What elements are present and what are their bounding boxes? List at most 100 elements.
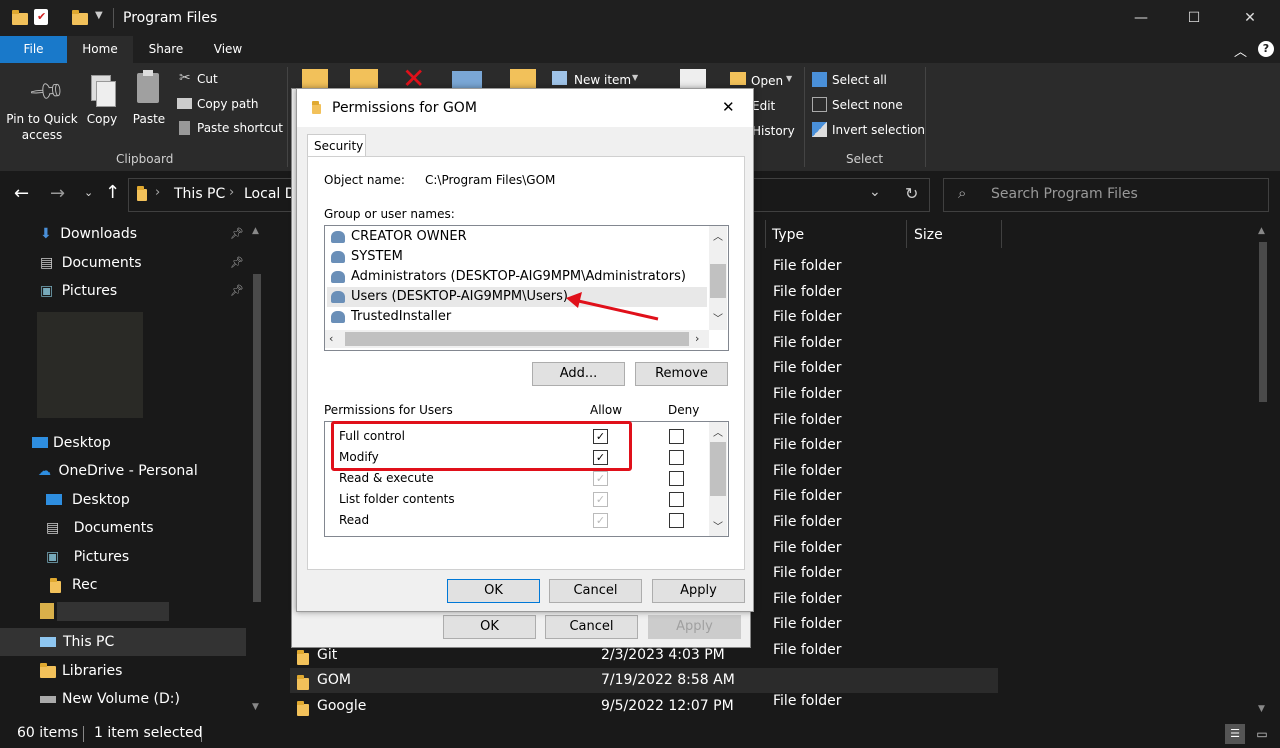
type-cell: File folder bbox=[773, 514, 842, 530]
apply-button[interactable]: Apply bbox=[652, 579, 745, 603]
address-dropdown-icon[interactable]: ⌄ bbox=[869, 184, 881, 200]
nav-item-pictures[interactable]: ▣ Pictures 📌︎ bbox=[40, 277, 250, 305]
scroll-down-icon[interactable]: ﹀ bbox=[713, 518, 723, 533]
pin-icon[interactable]: 📌︎ bbox=[230, 249, 244, 277]
scroll-up-icon[interactable]: ︿ bbox=[713, 424, 723, 439]
nav-item-documents[interactable]: ▤ Documents 📌︎ bbox=[40, 249, 250, 277]
details-view-icon[interactable]: ☰ bbox=[1225, 724, 1245, 744]
paste-button[interactable]: Paste bbox=[128, 69, 170, 139]
deny-checkbox[interactable] bbox=[669, 471, 684, 486]
nav-item-onedrive-documents[interactable]: ▤ Documents bbox=[46, 514, 250, 542]
scroll-right-icon[interactable]: › bbox=[695, 332, 699, 345]
divider bbox=[1001, 220, 1002, 248]
nav-item-onedrive-rec[interactable]: Rec bbox=[46, 571, 250, 599]
nav-item-onedrive[interactable]: ☁ OneDrive - Personal bbox=[38, 457, 250, 485]
back-icon[interactable]: ← bbox=[14, 183, 29, 204]
nav-scroll-down-icon[interactable]: ▼ bbox=[252, 702, 259, 712]
nav-item-downloads[interactable]: ⬇ Downloads 📌︎ bbox=[40, 220, 250, 248]
cancel-button[interactable]: Cancel bbox=[549, 579, 642, 603]
search-input[interactable]: Search Program Files bbox=[991, 186, 1138, 202]
file-row-git[interactable]: Git 2/3/2023 4:03 PM bbox=[290, 645, 790, 667]
deny-checkbox[interactable] bbox=[669, 429, 684, 444]
tab-security[interactable]: Security bbox=[307, 134, 366, 157]
nav-scroll-up-icon[interactable]: ▲ bbox=[252, 226, 259, 236]
chevron-down-icon: ▼ bbox=[632, 73, 639, 82]
scroll-thumb[interactable] bbox=[710, 264, 726, 298]
list-scroll-up-icon[interactable]: ▲ bbox=[1258, 226, 1265, 236]
properties-cancel-button[interactable]: Cancel bbox=[545, 615, 638, 639]
pin-icon[interactable]: 📌︎ bbox=[230, 277, 244, 305]
nav-item-onedrive-pictures[interactable]: ▣ Pictures bbox=[46, 543, 250, 571]
recent-locations-icon[interactable]: ⌄ bbox=[84, 186, 93, 199]
deny-checkbox[interactable] bbox=[669, 450, 684, 465]
scroll-up-icon[interactable]: ︿ bbox=[713, 228, 723, 243]
properties-apply-button[interactable]: Apply bbox=[648, 615, 741, 639]
large-icons-view-icon[interactable]: ▭ bbox=[1252, 724, 1272, 744]
breadcrumb-local-disk[interactable]: Local D bbox=[244, 186, 296, 202]
scroll-left-icon[interactable]: ‹ bbox=[329, 332, 333, 345]
file-row-google[interactable]: Google 9/5/2022 12:07 PM bbox=[290, 696, 790, 718]
divider bbox=[201, 726, 202, 742]
search-box[interactable]: ⌕ Search Program Files bbox=[943, 178, 1269, 212]
user-list-item[interactable]: CREATOR OWNER bbox=[329, 228, 709, 246]
tab-home[interactable]: Home bbox=[67, 36, 133, 63]
user-list-item[interactable]: Administrators (DESKTOP-AIG9MPM\Administ… bbox=[329, 268, 709, 286]
list-scrollbar[interactable] bbox=[1259, 242, 1267, 402]
minimize-button[interactable]: — bbox=[1118, 0, 1164, 36]
ok-button[interactable]: OK bbox=[447, 579, 540, 603]
search-icon: ⌕ bbox=[958, 184, 967, 202]
refresh-icon[interactable]: ↻ bbox=[905, 184, 918, 203]
nav-item-this-pc[interactable]: This PC bbox=[0, 628, 246, 656]
nav-item-libraries[interactable]: Libraries bbox=[38, 657, 250, 685]
properties-ok-button[interactable]: OK bbox=[443, 615, 536, 639]
new-folder-quick-icon[interactable] bbox=[72, 10, 88, 25]
column-header-type[interactable]: Type bbox=[772, 227, 804, 243]
tab-file[interactable]: File bbox=[0, 36, 67, 63]
rename-icon[interactable] bbox=[452, 71, 482, 89]
nav-item-onedrive-desktop[interactable]: Desktop bbox=[46, 486, 250, 514]
history-button[interactable]: History bbox=[752, 124, 795, 138]
nav-scrollbar[interactable] bbox=[253, 274, 261, 602]
nav-item-desktop[interactable]: Desktop bbox=[30, 429, 250, 457]
edit-button[interactable]: Edit bbox=[752, 99, 775, 113]
remove-button[interactable]: Remove bbox=[635, 362, 728, 386]
copy-button[interactable]: Copy bbox=[82, 69, 122, 139]
user-list-vscroll[interactable]: ︿ ﹀ bbox=[709, 226, 727, 330]
move-to-icon[interactable] bbox=[302, 69, 328, 89]
nav-item-new-volume[interactable]: New Volume (D:) bbox=[38, 685, 250, 713]
quick-access-dropdown-icon[interactable]: ▼ bbox=[95, 10, 103, 21]
column-header-size[interactable]: Size bbox=[914, 227, 943, 243]
dialog-close-icon[interactable]: ✕ bbox=[722, 98, 735, 116]
deny-checkbox[interactable] bbox=[669, 492, 684, 507]
tab-share[interactable]: Share bbox=[135, 36, 197, 63]
maximize-button[interactable]: ☐ bbox=[1171, 0, 1217, 36]
properties-quick-icon[interactable]: ✔ bbox=[34, 9, 48, 25]
user-list-hscroll[interactable]: ‹ › bbox=[325, 330, 709, 348]
copy-path-label: Copy path bbox=[197, 97, 259, 111]
allow-checkbox[interactable]: ✓ bbox=[593, 492, 608, 507]
scroll-thumb[interactable] bbox=[710, 442, 726, 496]
up-icon[interactable]: ↑ bbox=[105, 182, 120, 203]
forward-icon[interactable]: → bbox=[50, 183, 65, 204]
users-group-icon bbox=[331, 231, 345, 243]
allow-checkbox[interactable]: ✓ bbox=[593, 471, 608, 486]
scroll-thumb[interactable] bbox=[345, 332, 689, 346]
close-button[interactable]: ✕ bbox=[1227, 0, 1273, 36]
allow-checkbox[interactable]: ✓ bbox=[593, 513, 608, 528]
tab-view[interactable]: View bbox=[198, 36, 258, 63]
pin-to-quick-access-button[interactable]: 📌︎ Pin to Quick access bbox=[4, 69, 80, 149]
pin-label-line2: access bbox=[21, 128, 63, 142]
scroll-down-icon[interactable]: ﹀ bbox=[713, 310, 723, 325]
add-button[interactable]: Add... bbox=[532, 362, 625, 386]
breadcrumb-this-pc[interactable]: This PC bbox=[174, 186, 225, 202]
file-row-gom[interactable]: GOM 7/19/2022 8:58 AM bbox=[290, 670, 790, 692]
permissions-vscroll[interactable]: ︿ ﹀ bbox=[709, 422, 727, 536]
copy-to-icon[interactable] bbox=[350, 69, 378, 89]
user-list-item[interactable]: SYSTEM bbox=[329, 248, 709, 266]
new-folder-icon[interactable] bbox=[510, 69, 536, 89]
collapse-ribbon-icon[interactable]: ︿ bbox=[1234, 41, 1247, 60]
deny-checkbox[interactable] bbox=[669, 513, 684, 528]
list-scroll-down-icon[interactable]: ▼ bbox=[1258, 704, 1265, 714]
pin-icon[interactable]: 📌︎ bbox=[230, 220, 244, 248]
help-icon[interactable]: ? bbox=[1258, 41, 1274, 57]
